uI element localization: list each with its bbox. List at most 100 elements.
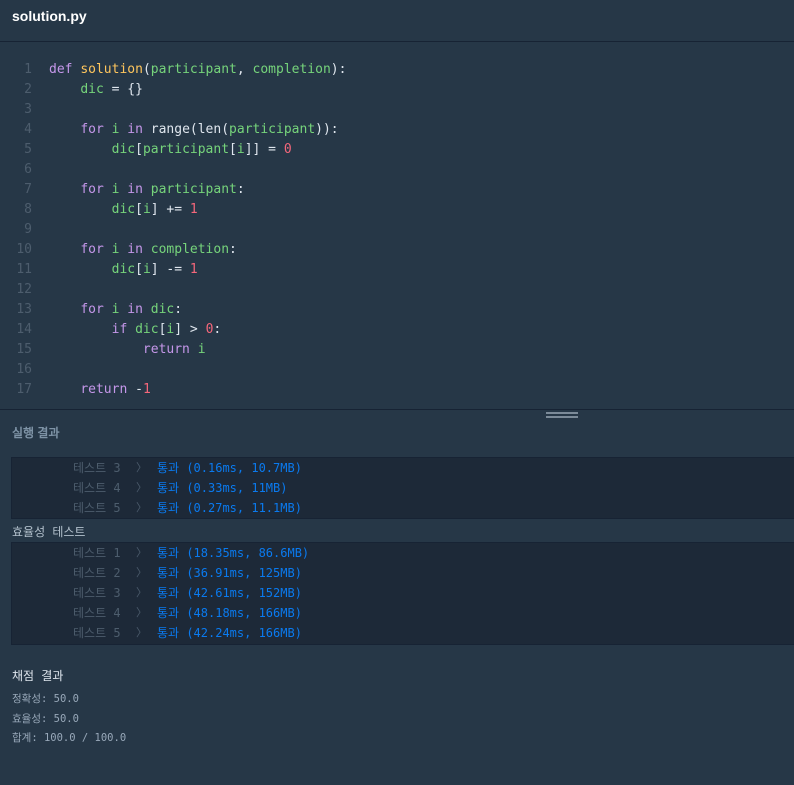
test-status: 통과 (0.16ms, 10.7MB) (157, 458, 302, 478)
code-token: for (80, 182, 112, 197)
efficiency-test-group: 테스트 1 〉 통과 (18.35ms, 86.6MB) 테스트 2 〉 통과 (36.9… (11, 542, 794, 645)
code-line[interactable]: 2 dic = {} (0, 80, 794, 100)
code-token: in (119, 182, 151, 197)
code-token: completion (150, 242, 230, 257)
code-token: : (330, 122, 339, 137)
pass-badge: 통과 (157, 626, 180, 640)
code-token: : (213, 322, 222, 337)
line-number: 4 (24, 122, 32, 137)
test-result-row[interactable]: 테스트 5 〉 통과 (0.27ms, 11.1MB) (12, 498, 794, 518)
code-token: : (174, 302, 183, 317)
test-result-row[interactable]: 테스트 3 〉 통과 (0.16ms, 10.7MB) (12, 458, 794, 478)
code-token: [ (229, 142, 237, 157)
test-case-label: 테스트 4 (73, 606, 121, 620)
code-editor[interactable]: 1 def solution(participant, completion): 2… (0, 42, 794, 409)
test-metrics: (36.91ms, 125MB) (186, 566, 302, 580)
code-token: , (236, 62, 253, 77)
code-line[interactable]: 16 (0, 360, 794, 380)
line-number: 13 (16, 302, 32, 317)
panel-splitter[interactable] (0, 409, 794, 410)
code-line[interactable]: 3 (0, 100, 794, 120)
code-line[interactable]: 13 for i in dic: (0, 300, 794, 320)
code-token: participant (142, 142, 230, 157)
code-line[interactable]: 11 dic[i] -= 1 (0, 260, 794, 280)
code-line[interactable]: 12 (0, 280, 794, 300)
code-token: ] > (174, 322, 206, 337)
chevron-right-icon: 〉 (136, 586, 147, 599)
code-line[interactable]: 15 return i (0, 340, 794, 360)
code-text: for i in dic: (49, 300, 182, 320)
chevron-right-icon: 〉 (136, 566, 147, 579)
code-token: for (80, 242, 112, 257)
test-result-row[interactable]: 테스트 4 〉 통과 (0.33ms, 11MB) (12, 478, 794, 498)
efficiency-score: 효율성: 50.0 (12, 711, 79, 726)
test-result-row[interactable]: 테스트 4 〉 통과 (48.18ms, 166MB) (12, 603, 794, 623)
code-token: for (80, 302, 112, 317)
code-token: i (142, 262, 151, 277)
test-case-label: 테스트 5 (73, 501, 121, 515)
test-metrics: (0.33ms, 11MB) (186, 481, 288, 495)
code-line[interactable]: 1 def solution(participant, completion): (0, 60, 794, 80)
pass-badge: 통과 (157, 481, 180, 495)
code-token: [ (135, 142, 143, 157)
accuracy-score: 정확성: 50.0 (12, 691, 79, 706)
code-token: = {} (103, 82, 143, 97)
code-token: participant (229, 122, 316, 137)
efficiency-score-value: 50.0 (53, 713, 79, 725)
test-status: 통과 (18.35ms, 86.6MB) (157, 543, 309, 563)
code-token: ] -= (150, 262, 190, 277)
code-line[interactable]: 8 dic[i] += 1 (0, 200, 794, 220)
code-line[interactable]: 10 for i in completion: (0, 240, 794, 260)
code-token: 1 (142, 382, 151, 397)
code-token: : (229, 242, 237, 257)
code-line[interactable]: 17 return -1 (0, 380, 794, 400)
code-token: completion (252, 62, 331, 77)
line-number: 10 (16, 242, 32, 257)
code-line[interactable]: 4 for i in range(len(participant)): (0, 120, 794, 140)
code-token: i (197, 342, 206, 357)
code-token: dic (135, 322, 159, 337)
accuracy-score-label: 정확성: (12, 693, 54, 705)
test-result-row[interactable]: 테스트 1 〉 통과 (18.35ms, 86.6MB) (12, 543, 794, 563)
line-number: 12 (16, 282, 32, 297)
test-status: 통과 (42.24ms, 166MB) (157, 623, 302, 643)
code-line[interactable]: 5 dic[participant[i]] = 0 (0, 140, 794, 160)
total-score-label: 합계: (12, 732, 44, 744)
code-token: i (236, 142, 245, 157)
code-line[interactable]: 14 if dic[i] > 0: (0, 320, 794, 340)
code-line[interactable]: 6 (0, 160, 794, 180)
test-metrics: (48.18ms, 166MB) (186, 606, 302, 620)
efficiency-score-label: 효율성: (12, 713, 54, 725)
test-status: 통과 (36.91ms, 125MB) (157, 563, 302, 583)
code-token: dic (150, 302, 175, 317)
code-token: def (49, 62, 81, 77)
line-number: 6 (24, 162, 32, 177)
code-token: solution (80, 62, 143, 77)
file-tab-title[interactable]: solution.py (12, 8, 87, 24)
code-text: dic[i] -= 1 (49, 260, 198, 280)
resize-handle-icon[interactable] (546, 412, 578, 422)
chevron-right-icon: 〉 (136, 501, 147, 514)
code-token: dic (111, 202, 136, 217)
line-number: 2 (24, 82, 32, 97)
test-result-row[interactable]: 테스트 3 〉 통과 (42.61ms, 152MB) (12, 583, 794, 603)
test-case-label: 테스트 2 (73, 566, 121, 580)
code-token: return (142, 342, 198, 357)
pass-badge: 통과 (157, 586, 180, 600)
test-result-row[interactable]: 테스트 2 〉 통과 (36.91ms, 125MB) (12, 563, 794, 583)
code-token: dic (111, 262, 136, 277)
code-line[interactable]: 9 (0, 220, 794, 240)
test-result-row[interactable]: 테스트 5 〉 통과 (42.24ms, 166MB) (12, 623, 794, 643)
test-status: 통과 (42.61ms, 152MB) (157, 583, 302, 603)
code-line[interactable]: 7 for i in participant: (0, 180, 794, 200)
line-number: 5 (24, 142, 32, 157)
code-text: if dic[i] > 0: (49, 320, 222, 340)
